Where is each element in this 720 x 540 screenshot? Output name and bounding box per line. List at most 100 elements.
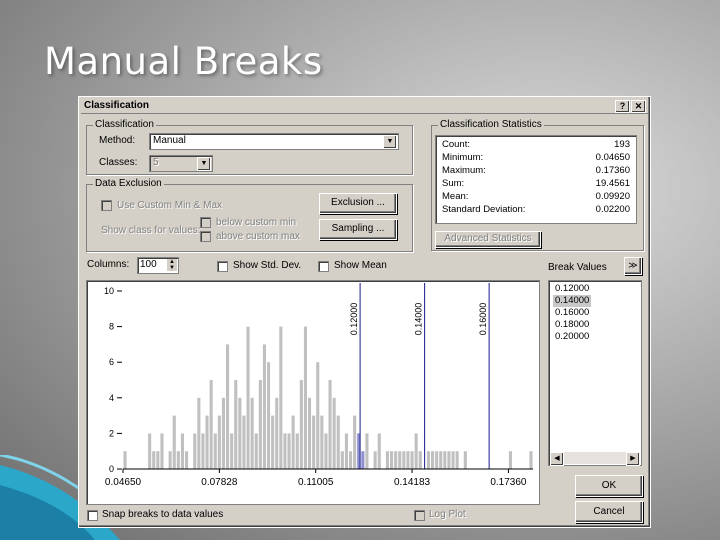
histogram-bar (361, 451, 365, 469)
histogram-bar (349, 451, 353, 469)
break-value-item-selected[interactable]: 0.14000 (553, 295, 592, 307)
histogram-panel[interactable]: 0.12000 0.14000 0.16000 10 8 6 4 2 0 0.04650 0.07… (86, 280, 540, 505)
histogram-bar (451, 451, 455, 469)
histogram-bar (308, 397, 312, 469)
snap-breaks-checkbox[interactable] (87, 510, 98, 521)
break-line-label: 0.12000 (349, 303, 359, 336)
histogram-bar (435, 451, 439, 469)
classes-select[interactable]: 5 ▼ (149, 155, 213, 172)
histogram-bar (312, 415, 316, 469)
histogram-bar (205, 415, 209, 469)
break-value-item[interactable]: 0.12000 (553, 283, 591, 295)
close-button[interactable]: ✕ (631, 100, 646, 113)
cancel-button[interactable]: Cancel (575, 501, 643, 523)
histogram-bar (406, 451, 410, 469)
break-line-label: 0.14000 (414, 303, 424, 336)
sampling-button[interactable]: Sampling ... (319, 219, 397, 240)
classification-group: Classification Method: Manual ▼ Classes:… (86, 119, 413, 175)
exclusion-button[interactable]: Exclusion ... (319, 193, 397, 214)
histogram-bar (455, 451, 459, 469)
stat-value: 193 (614, 139, 630, 150)
histogram-bar (250, 397, 254, 469)
method-select[interactable]: Manual ▼ (149, 133, 399, 150)
use-custom-checkbox[interactable] (101, 200, 112, 211)
classes-label: Classes: (99, 157, 138, 168)
below-min-checkbox[interactable] (200, 217, 211, 228)
chevron-down-icon[interactable]: ▼ (197, 157, 211, 171)
show-std-dev-checkbox[interactable] (217, 261, 228, 272)
stat-key: Sum: (442, 178, 465, 189)
log-plot-checkbox[interactable] (414, 510, 425, 521)
histogram-bar (176, 451, 180, 469)
stat-key: Mean: (442, 191, 469, 202)
histogram-bar (377, 433, 381, 469)
show-std-dev-label: Show Std. Dev. (233, 260, 302, 271)
histogram-bar (431, 451, 435, 469)
histogram-bar (156, 451, 160, 469)
histogram-bar (168, 451, 172, 469)
histogram-bar (148, 433, 152, 469)
method-value: Manual (153, 135, 186, 146)
break-line-label: 0.16000 (478, 303, 488, 336)
histogram-bar (439, 451, 443, 469)
ok-button[interactable]: OK (575, 475, 643, 497)
histogram-bar (221, 397, 225, 469)
break-value-item[interactable]: 0.18000 (553, 319, 591, 331)
show-class-label: Show class for values: (101, 225, 201, 236)
histogram-bar (340, 451, 344, 469)
histogram-bar (328, 380, 332, 469)
histogram-bar (254, 433, 258, 469)
below-min-label: below custom min (216, 217, 297, 228)
break-values-list[interactable]: 0.12000 0.14000 0.16000 0.18000 0.20000 … (548, 280, 642, 466)
slide-title: Manual Breaks (44, 40, 323, 83)
window-title: Classification (84, 100, 150, 111)
histogram-bar (172, 415, 176, 469)
columns-value: 100 (140, 259, 157, 270)
histogram-bar (238, 397, 242, 469)
histogram-bar (373, 451, 377, 469)
y-tick-label: 4 (109, 393, 114, 403)
title-bar: Classification ? ✕ (81, 99, 648, 114)
histogram-bar (344, 433, 348, 469)
histogram-bar (180, 433, 184, 469)
histogram-bar (402, 451, 406, 469)
histogram-bar (426, 451, 430, 469)
columns-stepper[interactable]: 100 ▲ ▼ (137, 257, 179, 274)
break-value-item[interactable]: 0.16000 (553, 307, 591, 319)
stat-row: Sum: 19.4561 (442, 178, 630, 190)
histogram-bar (390, 451, 394, 469)
histogram-bar (316, 362, 320, 469)
histogram-chart[interactable]: 0.12000 0.14000 0.16000 10 8 6 4 2 0 0.04650 0.07… (87, 281, 539, 504)
x-tick-label: 0.17360 (490, 477, 527, 488)
advanced-statistics-button[interactable]: Advanced Statistics (435, 231, 541, 248)
chevron-down-icon[interactable]: ▼ (383, 135, 397, 149)
above-max-checkbox[interactable] (200, 231, 211, 242)
break-value-item[interactable]: 0.20000 (553, 331, 591, 343)
histogram-bar (275, 397, 279, 469)
histogram-bar (152, 451, 156, 469)
snap-breaks-label: Snap breaks to data values (102, 509, 224, 520)
histogram-bar (295, 433, 299, 469)
histogram-bar (287, 433, 291, 469)
statistics-group-label: Classification Statistics (438, 119, 544, 130)
x-tick-label: 0.11005 (298, 477, 334, 488)
show-mean-checkbox[interactable] (318, 261, 329, 272)
data-exclusion-group: Data Exclusion Use Custom Min & Max Show… (86, 178, 413, 252)
histogram-bar (447, 451, 451, 469)
scroll-right-icon[interactable]: ▶ (626, 452, 640, 466)
stat-row: Count: 193 (442, 139, 630, 151)
stat-value: 0.02200 (595, 204, 630, 215)
scroll-left-icon[interactable]: ◀ (550, 452, 564, 466)
histogram-bar (283, 433, 287, 469)
arrow-down-icon[interactable]: ▼ (167, 265, 177, 271)
histogram-bar (209, 380, 213, 469)
stat-value: 0.04650 (595, 152, 630, 163)
histogram-bar (262, 344, 266, 469)
method-label: Method: (99, 135, 136, 146)
horizontal-scrollbar[interactable]: ◀ ▶ (550, 452, 640, 466)
histogram-bar (258, 380, 262, 469)
help-button[interactable]: ? (615, 100, 630, 113)
x-tick-label: 0.14183 (394, 477, 431, 488)
histogram-bar (443, 451, 447, 469)
collapse-icon[interactable]: ≫ (624, 257, 642, 275)
